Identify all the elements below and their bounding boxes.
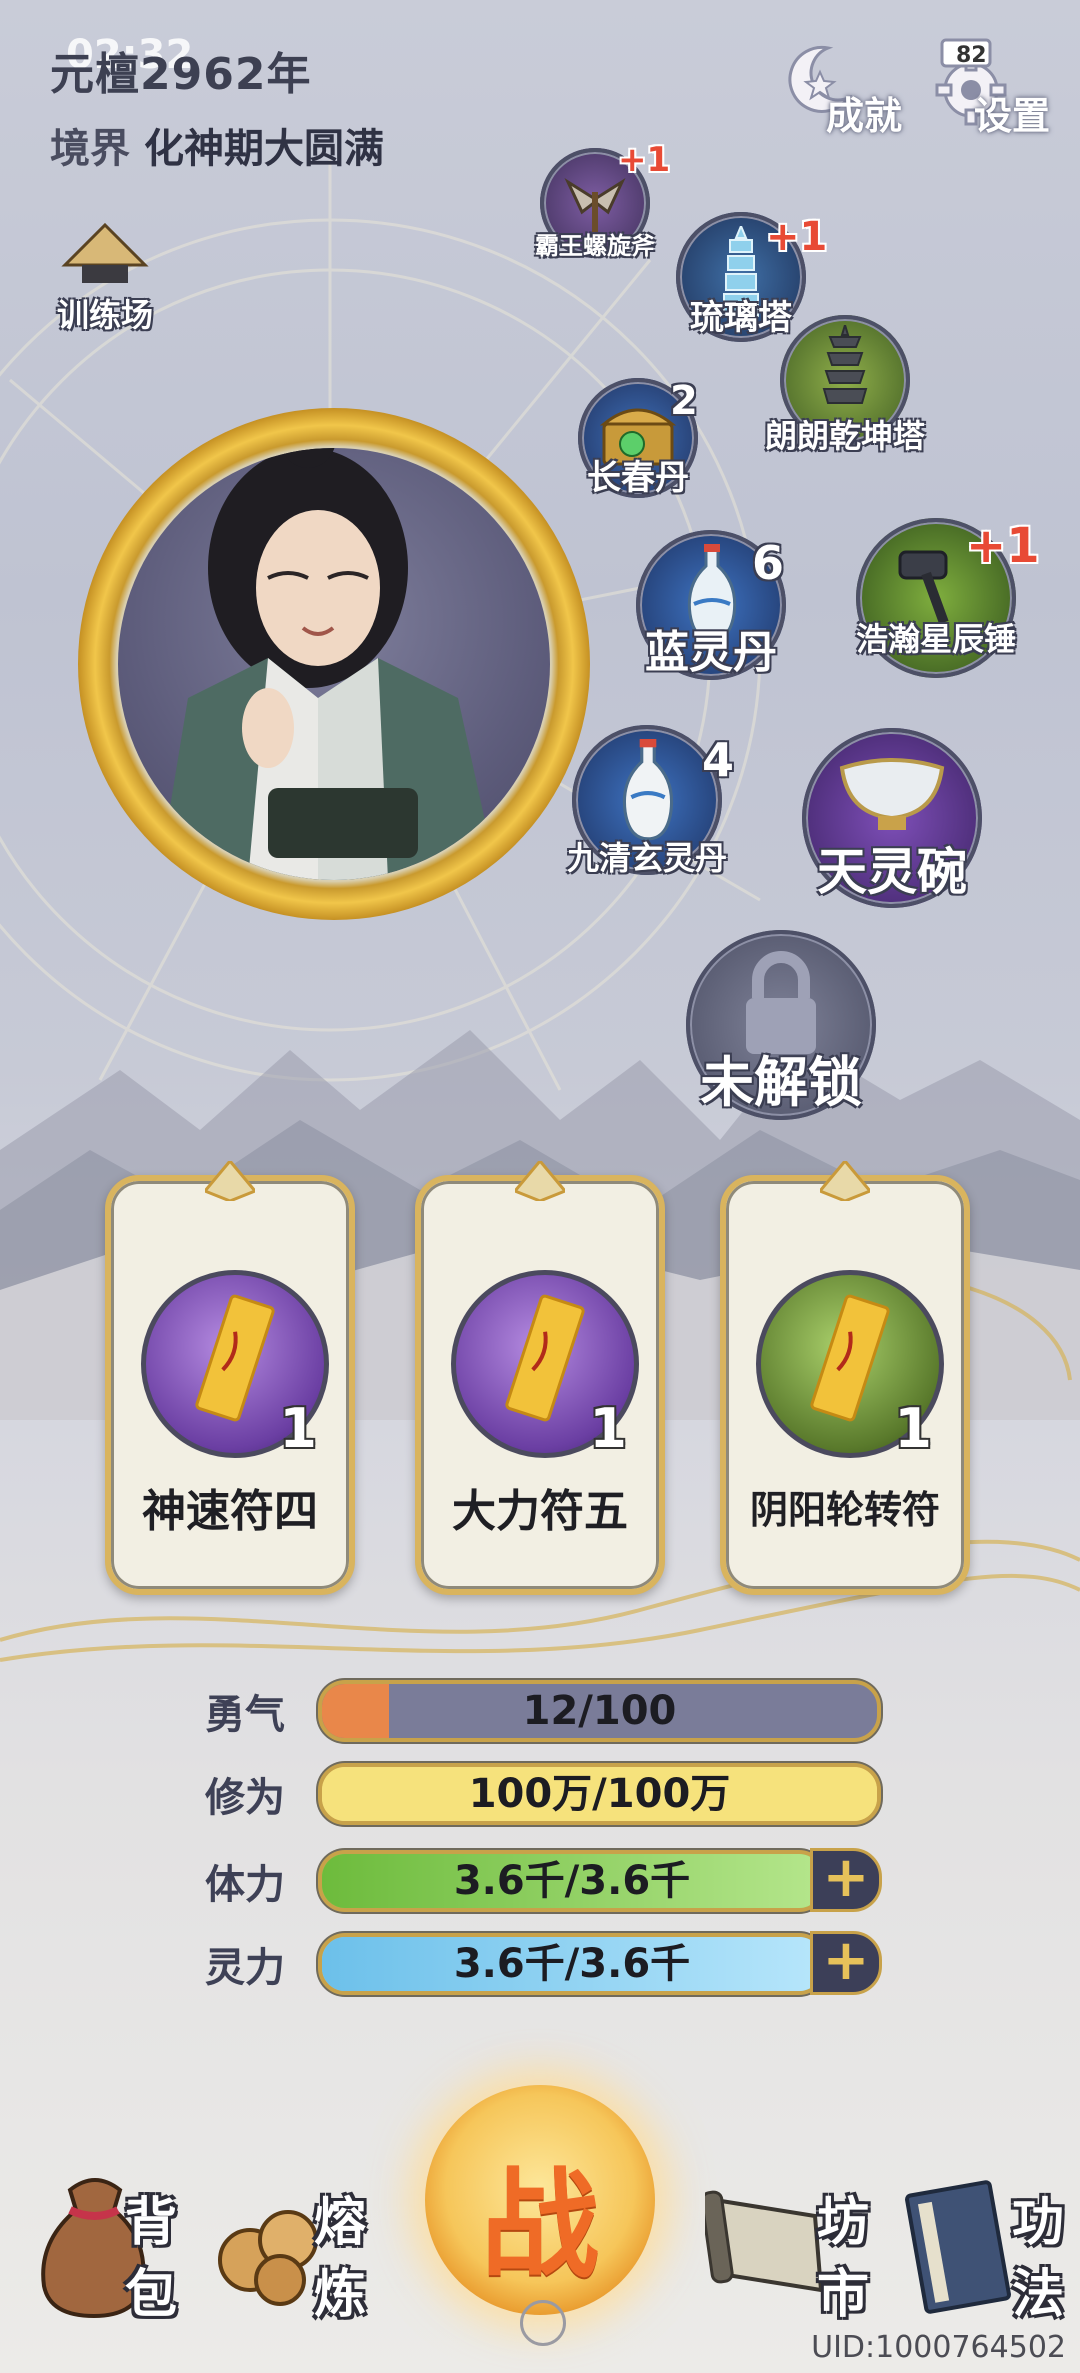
talisman-paper-icon <box>195 1294 275 1422</box>
realm-label: 境界 <box>50 126 130 172</box>
ore-pile-icon <box>218 2210 318 2306</box>
item-vast-star-hammer[interactable]: +1 浩瀚星辰锤 <box>856 518 1040 678</box>
talisman-count: 1 <box>279 1397 317 1460</box>
courage-value: 12/100 <box>522 1688 677 1734</box>
home-indicator <box>520 2300 566 2346</box>
nav-skills-label-2: 法 <box>1012 2265 1065 2325</box>
realm-value: 化神期大圆满 <box>144 126 384 172</box>
stamina-add-button[interactable]: + <box>810 1848 882 1912</box>
item-heavenly-spirit-bowl[interactable]: 天灵碗 <box>802 728 982 908</box>
card-ornament <box>515 1161 565 1201</box>
cultivation-bar: 100万/100万 <box>318 1763 881 1825</box>
item-overlord-spiral-axe[interactable]: +1 霸王螺旋斧 <box>535 140 670 260</box>
battery-level: 82 <box>956 43 987 68</box>
talisman-card[interactable]: 1 神速符四 <box>105 1161 355 1595</box>
cultivation-label: 修为 <box>205 1775 285 1821</box>
cultivation-value: 100万/100万 <box>468 1771 731 1817</box>
character-figure <box>158 448 498 880</box>
item-name: 长春丹 <box>587 458 689 498</box>
nav-bag[interactable]: 背 包 <box>30 2150 230 2330</box>
training-ground-label: 训练场 <box>56 296 153 334</box>
item-count: 6 <box>752 536 785 590</box>
training-ground-button[interactable]: 训练场 <box>40 220 170 334</box>
nav-smelt[interactable]: 熔 炼 <box>210 2150 410 2330</box>
settings-button[interactable]: 82 设置 <box>920 30 1050 140</box>
spirit-label: 灵力 <box>205 1945 285 1991</box>
fight-label: 战 <box>480 2156 599 2294</box>
nav-market-label-1: 坊 <box>817 2193 870 2253</box>
straw-hat-icon <box>61 222 149 283</box>
nav-market[interactable]: 坊 市 <box>705 2150 885 2330</box>
item-name: 霸王螺旋斧 <box>535 232 655 260</box>
talisman-name: 阴阳轮转符 <box>749 1488 940 1532</box>
card-ornament <box>820 1161 870 1201</box>
card-ornament <box>205 1161 255 1201</box>
stamina-bar: 3.6千/3.6千 <box>318 1850 826 1912</box>
nav-smelt-label-2: 炼 <box>314 2265 367 2325</box>
item-upgrade-badge: +1 <box>966 518 1040 574</box>
realm-line: 境界 化神期大圆满 <box>50 116 384 174</box>
talisman-count: 1 <box>589 1397 627 1460</box>
item-jiuqing-mystic-pill[interactable]: 4 九清玄灵丹 <box>567 725 734 877</box>
nav-bag-label-2: 包 <box>125 2265 178 2325</box>
item-name: 未解锁 <box>700 1051 862 1114</box>
nav-skills[interactable]: 功 法 <box>900 2150 1075 2330</box>
nav-bag-label-1: 背 <box>125 2193 178 2253</box>
talisman-paper-icon <box>810 1294 890 1422</box>
settings-label: 设置 <box>973 94 1050 138</box>
nav-skills-label-1: 功 <box>1012 2193 1065 2253</box>
spirit-add-button[interactable]: + <box>810 1931 882 1995</box>
talisman-card[interactable]: 1 大力符五 <box>415 1161 665 1595</box>
talisman-name: 大力符五 <box>452 1486 628 1537</box>
nav-smelt-label-1: 熔 <box>314 2193 367 2253</box>
character-portrait[interactable] <box>118 448 550 880</box>
item-longevity-pill[interactable]: 2 长春丹 <box>578 378 698 498</box>
era-year: 元檀2962年 <box>50 49 312 100</box>
item-langlang-qiankun-tower[interactable]: 朗朗乾坤塔 <box>765 315 925 455</box>
item-locked-slot[interactable]: 未解锁 <box>686 930 876 1120</box>
spirit-bar: 3.6千/3.6千 <box>318 1933 826 1995</box>
talisman-name: 神速符四 <box>142 1486 318 1537</box>
talisman-count: 1 <box>894 1397 932 1460</box>
item-glazed-pagoda[interactable]: +1 琉璃塔 <box>676 212 827 342</box>
item-count: 4 <box>702 733 735 787</box>
stamina-value: 3.6千/3.6千 <box>453 1858 691 1904</box>
item-name: 天灵碗 <box>817 843 967 901</box>
item-blue-spirit-pill[interactable]: 6 蓝灵丹 <box>636 530 786 680</box>
fight-button[interactable]: 战 <box>425 2085 655 2315</box>
item-upgrade-badge: +1 <box>766 214 828 260</box>
achievements-label: 成就 <box>825 94 902 138</box>
courage-label: 勇气 <box>205 1692 285 1738</box>
tower-icon <box>822 325 868 404</box>
stamina-label: 体力 <box>205 1862 285 1908</box>
spirit-value: 3.6千/3.6千 <box>453 1941 691 1987</box>
bowl-icon <box>839 758 945 830</box>
courage-bar: 12/100 <box>318 1680 881 1742</box>
book-icon <box>905 2180 1011 2314</box>
talisman-paper-icon <box>505 1294 585 1422</box>
vase-icon <box>622 739 674 841</box>
item-upgrade-badge: +1 <box>618 140 671 180</box>
item-name: 浩瀚星辰锤 <box>855 620 1016 658</box>
talisman-card[interactable]: 1 阴阳轮转符 <box>720 1161 970 1595</box>
nav-market-label-2: 市 <box>817 2265 870 2325</box>
item-count: 2 <box>670 378 698 424</box>
user-id: UID:1000764502 <box>811 2330 1066 2365</box>
achievements-button[interactable]: 成就 <box>772 30 902 140</box>
scroll-icon <box>705 2190 824 2293</box>
